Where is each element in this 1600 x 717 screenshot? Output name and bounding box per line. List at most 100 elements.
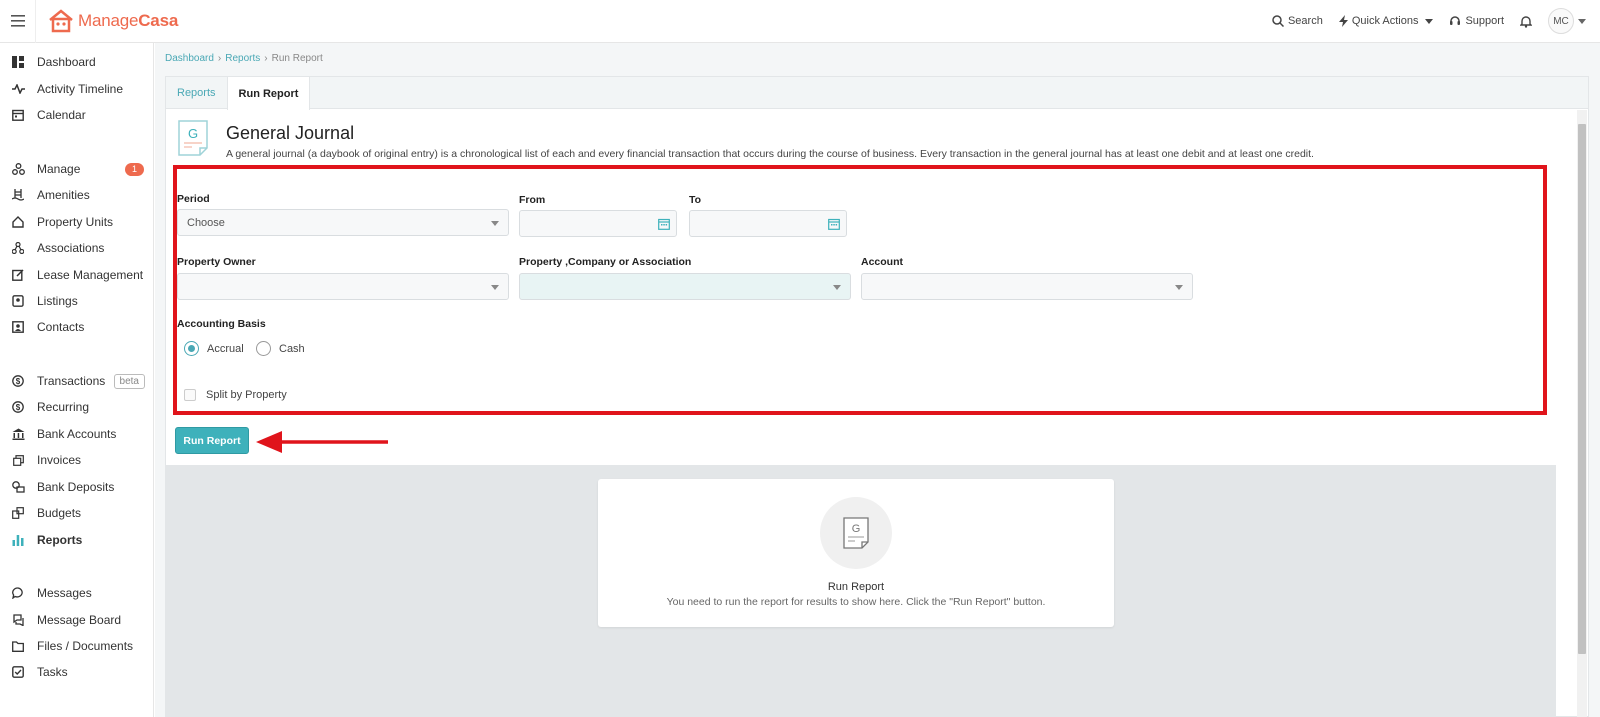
svg-text:$: $ bbox=[16, 377, 21, 386]
scrollbar-thumb[interactable] bbox=[1578, 124, 1586, 654]
search-icon bbox=[1272, 15, 1284, 27]
breadcrumb-reports[interactable]: Reports bbox=[225, 53, 260, 64]
tasks-icon bbox=[11, 665, 25, 679]
to-label: To bbox=[689, 194, 702, 206]
caret-down-icon bbox=[1578, 18, 1586, 24]
dollar-icon: $ bbox=[11, 374, 25, 388]
caret-down-icon bbox=[1425, 18, 1434, 24]
property-label: Property ,Company or Association bbox=[519, 256, 692, 268]
sidebar-item-bank-deposits[interactable]: Bank Deposits bbox=[0, 476, 154, 498]
from-date-field[interactable] bbox=[519, 210, 677, 237]
house-logo-icon bbox=[49, 9, 73, 33]
period-select[interactable]: Choose bbox=[177, 209, 509, 236]
report-filters: Period Choose From To Property Owner Pro… bbox=[173, 165, 1547, 415]
sidebar-item-calendar[interactable]: Calendar bbox=[0, 104, 154, 126]
sidebar-item-tasks[interactable]: Tasks bbox=[0, 661, 154, 683]
logo[interactable]: ManageCasa bbox=[48, 9, 178, 33]
main-content: Dashboard › Reports › Run Report Reports R… bbox=[155, 43, 1600, 717]
empty-state-text: You need to run the report for results t… bbox=[666, 596, 1046, 608]
manage-count-badge: 1 bbox=[125, 162, 144, 176]
deposit-icon bbox=[11, 480, 25, 494]
checkbox-icon bbox=[184, 389, 196, 401]
chevron-down-icon bbox=[1175, 285, 1183, 290]
sidebar-item-lease-management[interactable]: Lease Management bbox=[0, 264, 154, 286]
folder-icon bbox=[11, 639, 25, 653]
results-area: G Run Report You need to run the report … bbox=[166, 465, 1556, 717]
sidebar-item-activity-timeline[interactable]: Activity Timeline bbox=[0, 78, 154, 100]
sidebar-item-listings[interactable]: Listings bbox=[0, 290, 154, 312]
sidebar-item-message-board[interactable]: Message Board bbox=[0, 609, 154, 631]
sidebar-item-bank-accounts[interactable]: Bank Accounts bbox=[0, 423, 154, 445]
lease-icon bbox=[11, 268, 25, 282]
top-bar: ManageCasa Search Quick Actions Support … bbox=[0, 0, 1600, 43]
report-description: A general journal (a daybook of original… bbox=[226, 148, 1314, 160]
to-date-field[interactable] bbox=[689, 210, 847, 237]
document-icon: G bbox=[178, 120, 208, 156]
budgets-icon bbox=[11, 506, 25, 520]
property-select[interactable] bbox=[519, 273, 851, 300]
sidebar-item-recurring[interactable]: $ Recurring bbox=[0, 396, 154, 418]
from-label: From bbox=[519, 194, 546, 206]
sidebar-item-reports[interactable]: Reports bbox=[0, 529, 154, 551]
breadcrumb-dashboard[interactable]: Dashboard bbox=[165, 53, 214, 64]
radio-selected-icon bbox=[184, 341, 199, 356]
reports-icon bbox=[11, 533, 25, 547]
svg-text:$: $ bbox=[16, 403, 21, 412]
sidebar-item-contacts[interactable]: Contacts bbox=[0, 316, 154, 338]
account-select[interactable] bbox=[861, 273, 1193, 300]
sidebar-item-messages[interactable]: Messages bbox=[0, 582, 154, 604]
calendar-icon bbox=[11, 108, 25, 122]
breadcrumb: Dashboard › Reports › Run Report bbox=[165, 53, 323, 64]
tab-run-report[interactable]: Run Report bbox=[226, 77, 311, 110]
period-label: Period bbox=[177, 193, 210, 205]
svg-text:G: G bbox=[852, 523, 861, 535]
invoices-icon bbox=[11, 453, 25, 467]
sidebar-item-transactions[interactable]: $ Transactions beta bbox=[0, 370, 154, 392]
run-report-button[interactable]: Run Report bbox=[175, 427, 249, 454]
empty-state-card: G Run Report You need to run the report … bbox=[598, 479, 1114, 627]
sidebar-item-property-units[interactable]: Property Units bbox=[0, 211, 154, 233]
accounting-basis-label: Accounting Basis bbox=[177, 318, 266, 330]
quick-actions-button[interactable]: Quick Actions bbox=[1338, 15, 1434, 27]
report-panel: Reports Run Report G General Journal A g… bbox=[165, 76, 1589, 717]
dashboard-icon bbox=[11, 55, 25, 69]
home-icon bbox=[11, 215, 25, 229]
sidebar-item-associations[interactable]: Associations bbox=[0, 237, 154, 259]
chevron-down-icon bbox=[491, 221, 499, 226]
menu-icon[interactable] bbox=[0, 0, 36, 43]
tab-bar: Reports Run Report bbox=[166, 77, 1588, 110]
tab-reports[interactable]: Reports bbox=[166, 77, 227, 109]
cash-radio[interactable]: Cash bbox=[256, 341, 305, 356]
sidebar: Dashboard Activity Timeline Calendar Man… bbox=[0, 43, 154, 717]
messages-icon bbox=[11, 586, 25, 600]
calendar-icon bbox=[828, 218, 840, 230]
dollar-icon: $ bbox=[11, 400, 25, 414]
activity-icon bbox=[11, 82, 25, 96]
notifications-button[interactable] bbox=[1520, 15, 1532, 28]
support-button[interactable]: Support bbox=[1449, 15, 1504, 27]
svg-text:G: G bbox=[188, 126, 198, 141]
amenities-icon bbox=[11, 188, 25, 202]
sidebar-item-invoices[interactable]: Invoices bbox=[0, 449, 154, 471]
search-button[interactable]: Search bbox=[1272, 15, 1323, 27]
sidebar-item-amenities[interactable]: Amenities bbox=[0, 184, 154, 206]
empty-state-icon-circle: G bbox=[820, 497, 892, 569]
brand-name: ManageCasa bbox=[78, 11, 179, 30]
associations-icon bbox=[11, 241, 25, 255]
bell-icon bbox=[1520, 15, 1532, 28]
bolt-icon bbox=[1338, 15, 1348, 27]
user-menu[interactable]: MC bbox=[1548, 8, 1586, 34]
sidebar-item-files-documents[interactable]: Files / Documents bbox=[0, 635, 154, 657]
vertical-scrollbar[interactable] bbox=[1577, 110, 1587, 717]
sidebar-item-budgets[interactable]: Budgets bbox=[0, 502, 154, 524]
accrual-radio[interactable]: Accrual bbox=[184, 341, 244, 356]
page-title: General Journal bbox=[226, 123, 355, 143]
message-board-icon bbox=[11, 613, 25, 627]
sidebar-item-manage[interactable]: Manage 1 bbox=[0, 158, 154, 180]
contacts-icon bbox=[11, 320, 25, 334]
sidebar-item-dashboard[interactable]: Dashboard bbox=[0, 51, 154, 73]
listings-icon bbox=[11, 294, 25, 308]
breadcrumb-current: Run Report bbox=[271, 53, 323, 64]
split-by-property-checkbox[interactable]: Split by Property bbox=[184, 389, 287, 401]
property-owner-select[interactable] bbox=[177, 273, 509, 300]
